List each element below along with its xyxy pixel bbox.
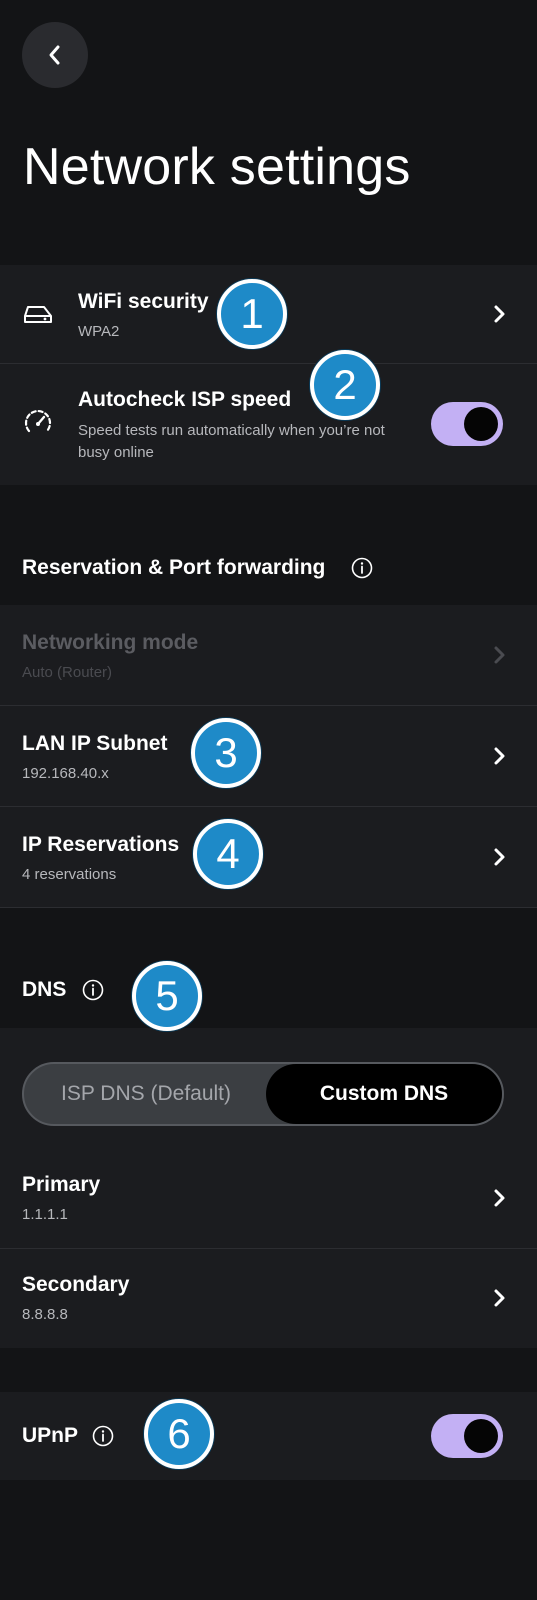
toggle-knob — [464, 1419, 498, 1453]
upnp-toggle[interactable] — [431, 1414, 503, 1458]
chevron-right-icon — [494, 1189, 505, 1207]
chevron-right-icon — [494, 646, 505, 664]
toggle-knob — [464, 407, 498, 441]
dns-mode-segmented-control: ISP DNS (Default) Custom DNS — [22, 1062, 504, 1126]
wifi-security-value: WPA2 — [78, 323, 120, 340]
dns-primary-row[interactable]: Primary 1.1.1.1 — [0, 1148, 537, 1248]
reservation-heading: Reservation & Port forwarding — [22, 556, 326, 579]
chevron-right-icon — [494, 747, 505, 765]
page-title: Network settings — [23, 138, 411, 196]
lan-ip-subnet-label: LAN IP Subnet — [22, 732, 168, 755]
secondary-dns-label: Secondary — [22, 1273, 130, 1296]
info-icon[interactable] — [92, 1425, 114, 1447]
annotation-badge-3: 3 — [191, 718, 261, 788]
ip-reservations-row[interactable]: IP Reservations 4 reservations — [0, 807, 537, 907]
reservation-card: Networking mode Auto (Router) LAN IP Sub… — [0, 605, 537, 907]
autocheck-label: Autocheck ISP speed — [78, 388, 292, 411]
primary-dns-value: 1.1.1.1 — [22, 1206, 68, 1223]
info-icon[interactable] — [82, 979, 104, 1001]
chevron-right-icon — [494, 848, 505, 866]
divider — [0, 907, 537, 908]
chevron-right-icon — [494, 1289, 505, 1307]
speedometer-icon — [24, 409, 52, 433]
lan-ip-subnet-value: 192.168.40.x — [22, 765, 109, 782]
upnp-label: UPnP — [22, 1424, 79, 1447]
autocheck-description: Speed tests run automatically when you’r… — [78, 422, 385, 461]
ip-reservations-label: IP Reservations — [22, 833, 180, 856]
ip-reservations-value: 4 reservations — [22, 866, 117, 883]
back-button[interactable] — [22, 22, 88, 88]
networking-mode-row: Networking mode Auto (Router) — [0, 605, 537, 705]
info-icon[interactable] — [351, 557, 373, 579]
secondary-dns-value: 8.8.8.8 — [22, 1306, 68, 1323]
isp-dns-option[interactable]: ISP DNS (Default) — [24, 1064, 268, 1124]
router-icon — [24, 306, 52, 323]
annotation-badge-4: 4 — [193, 819, 263, 889]
networking-mode-value: Auto (Router) — [22, 664, 113, 681]
annotation-badge-6: 6 — [144, 1399, 214, 1469]
upnp-card: UPnP — [0, 1392, 537, 1480]
dns-secondary-row[interactable]: Secondary 8.8.8.8 — [0, 1249, 537, 1348]
annotation-badge-5: 5 — [132, 961, 202, 1031]
autocheck-row: Autocheck ISP speed Speed tests run auto… — [0, 364, 537, 485]
autocheck-toggle[interactable] — [431, 402, 503, 446]
networking-mode-label: Networking mode — [22, 631, 199, 654]
dns-heading: DNS — [22, 978, 67, 1001]
custom-dns-option[interactable]: Custom DNS — [266, 1064, 502, 1124]
wifi-security-label: WiFi security — [78, 290, 209, 313]
annotation-badge-1: 1 — [217, 279, 287, 349]
primary-dns-label: Primary — [22, 1173, 101, 1196]
lan-ip-subnet-row[interactable]: LAN IP Subnet 192.168.40.x — [0, 706, 537, 806]
chevron-right-icon — [494, 305, 505, 323]
chevron-left-icon — [49, 45, 60, 65]
annotation-badge-2: 2 — [310, 350, 380, 420]
